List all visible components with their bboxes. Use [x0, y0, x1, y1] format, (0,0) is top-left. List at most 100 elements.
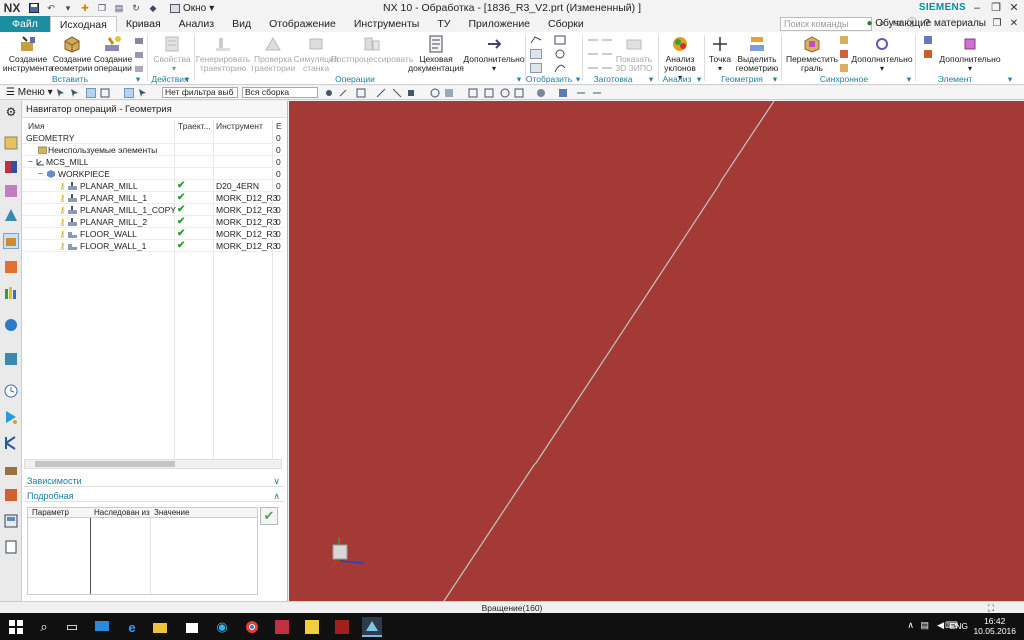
- tab-view[interactable]: Вид: [223, 16, 260, 32]
- part-navigator-icon[interactable]: [3, 135, 19, 151]
- search-icon[interactable]: ⌕: [34, 617, 54, 637]
- snap-icon-3[interactable]: [356, 88, 366, 98]
- select-icon-3[interactable]: [86, 88, 96, 98]
- create-geometry-button[interactable]: Создание геометрии: [52, 35, 92, 73]
- geometry-expand-icon[interactable]: ▾: [770, 74, 780, 85]
- nx-taskbar-icon[interactable]: [362, 617, 382, 637]
- snap-icon-6[interactable]: [406, 88, 416, 98]
- tree-row-operation[interactable]: ⚷ PLANAR_MILL_2 ✔ MORK_D12_R3 0: [22, 216, 284, 228]
- sync-icon-1[interactable]: [838, 35, 850, 45]
- create-operation-button[interactable]: Создание операции: [94, 35, 132, 73]
- touch-mode-icon[interactable]: ◆: [146, 2, 160, 14]
- tab-display[interactable]: Отображение: [260, 16, 345, 32]
- analysis-expand-icon[interactable]: ▾: [694, 74, 704, 85]
- show-3d-ipw-button[interactable]: Показать 3D ЗИПО: [614, 35, 654, 73]
- display-icon-2[interactable]: [530, 49, 542, 59]
- history-clock-icon[interactable]: [3, 383, 19, 399]
- constraint-navigator-icon[interactable]: [3, 183, 19, 199]
- blank-icon-6[interactable]: [601, 63, 613, 73]
- details-section[interactable]: Подробная ∧: [24, 490, 284, 502]
- cut-icon[interactable]: ✚: [78, 2, 92, 14]
- paste-icon[interactable]: ▤: [112, 2, 126, 14]
- column-tool[interactable]: Инструмент: [216, 120, 263, 132]
- machine-simulation-button[interactable]: Симуляция станка: [294, 35, 338, 73]
- details-ok-button[interactable]: ✔: [260, 507, 278, 525]
- feature-icon-2[interactable]: [922, 49, 934, 59]
- generate-path-button[interactable]: Генерировать траекторию: [196, 35, 250, 73]
- verify-path-button[interactable]: Проверка траектории: [250, 35, 296, 73]
- blank-icon-3[interactable]: [587, 63, 599, 73]
- save-icon[interactable]: [27, 2, 41, 14]
- sync-more-button[interactable]: Дополнительно ▾: [851, 35, 913, 73]
- ribbon-close-icon[interactable]: ✕: [1007, 17, 1021, 31]
- roles-icon[interactable]: [3, 487, 19, 503]
- operations-more-button[interactable]: Дополнительно ▾: [463, 35, 525, 73]
- tab-home[interactable]: Исходная: [49, 16, 117, 32]
- reuse-library-icon[interactable]: [3, 285, 19, 301]
- column-name[interactable]: Имя: [28, 120, 45, 132]
- view-icon-4[interactable]: [484, 88, 494, 98]
- close-button[interactable]: ✕: [1005, 0, 1023, 16]
- postprocess-button[interactable]: Постпроцессировать: [331, 35, 413, 64]
- snap-icon-5[interactable]: [392, 88, 402, 98]
- operations-expand-icon[interactable]: ▾: [514, 74, 524, 85]
- blank-icon-4[interactable]: [601, 35, 613, 45]
- blank-icon-2[interactable]: [587, 49, 599, 59]
- task-view-icon[interactable]: ▭: [62, 617, 82, 637]
- tree-row-operation[interactable]: ⚷ PLANAR_MILL_1 ✔ MORK_D12_R3 0: [22, 192, 284, 204]
- undo-dropdown-icon[interactable]: ▾: [61, 2, 75, 14]
- collapse-icon[interactable]: −: [28, 156, 33, 168]
- view-icon-3[interactable]: [468, 88, 478, 98]
- view-icon-2[interactable]: [444, 88, 454, 98]
- assembly-navigator-icon[interactable]: [3, 159, 19, 175]
- shop-docs-button[interactable]: Цеховая документация: [408, 35, 464, 73]
- view-icon-6[interactable]: [514, 88, 524, 98]
- copy-icon[interactable]: ❐: [95, 2, 109, 14]
- selection-scope-select[interactable]: Вся сборка: [242, 87, 318, 98]
- view-icon-10[interactable]: [592, 88, 602, 98]
- graphics-window[interactable]: [289, 101, 1024, 601]
- group-expand-icon[interactable]: ▾: [132, 74, 144, 85]
- process-studio-icon[interactable]: [3, 409, 19, 425]
- tab-tu[interactable]: ТУ: [428, 16, 459, 32]
- tree-row-geometry[interactable]: GEOMETRY 0: [22, 132, 284, 144]
- select-icon-2[interactable]: [70, 88, 80, 98]
- scrollbar-thumb[interactable]: [35, 461, 175, 467]
- navigator-horizontal-scrollbar[interactable]: [24, 459, 282, 469]
- tab-assemblies[interactable]: Сборки: [539, 16, 593, 32]
- collapse-icon[interactable]: −: [38, 168, 43, 180]
- tree-row-workpiece[interactable]: − WORKPIECE 0: [22, 168, 284, 180]
- tree-row-operation[interactable]: ⚷ FLOOR_WALL_1 ✔ MORK_D12_R3 0: [22, 240, 284, 252]
- small-tool-icon-1[interactable]: [134, 36, 146, 46]
- select-icon-5[interactable]: [124, 88, 134, 98]
- palette-icon[interactable]: [3, 351, 19, 367]
- app-icon-red[interactable]: [272, 617, 292, 637]
- blank-icon-5[interactable]: [601, 49, 613, 59]
- small-tool-icon-2[interactable]: [134, 50, 146, 60]
- snap-icon-1[interactable]: [324, 88, 334, 98]
- settings-icon[interactable]: ⚙: [3, 105, 19, 121]
- tab-file[interactable]: Файл: [0, 16, 50, 32]
- system-materials-icon[interactable]: [3, 513, 19, 529]
- sync-icon-2[interactable]: [838, 49, 850, 59]
- history-icon[interactable]: [3, 259, 19, 275]
- tree-row-mcs-mill[interactable]: − MCS_MILL 0: [22, 156, 284, 168]
- operation-navigator-icon[interactable]: [3, 233, 19, 249]
- minimize-button[interactable]: –: [968, 0, 986, 16]
- column-path[interactable]: Траект...: [178, 120, 211, 132]
- display-icon-5[interactable]: [554, 49, 566, 59]
- browser-icon[interactable]: ◉: [212, 617, 232, 637]
- machine-tool-navigator-icon[interactable]: [3, 207, 19, 223]
- move-face-button[interactable]: Переместить граль: [786, 35, 838, 73]
- view-icon-7[interactable]: [536, 88, 546, 98]
- display-icon-6[interactable]: [554, 63, 566, 73]
- web-browser-icon[interactable]: [3, 317, 19, 333]
- sync-icon-3[interactable]: [838, 63, 850, 73]
- tree-row-operation[interactable]: ⚷ FLOOR_WALL ✔ MORK_D12_R3 0: [22, 228, 284, 240]
- learning-materials-label[interactable]: ● Обучающие материалы: [866, 16, 986, 32]
- small-tool-icon-3[interactable]: [134, 64, 146, 74]
- blank-icon-1[interactable]: [587, 35, 599, 45]
- file-explorer-icon[interactable]: [150, 617, 170, 637]
- store-icon[interactable]: [182, 617, 202, 637]
- point-button[interactable]: Точка ▾: [706, 35, 734, 73]
